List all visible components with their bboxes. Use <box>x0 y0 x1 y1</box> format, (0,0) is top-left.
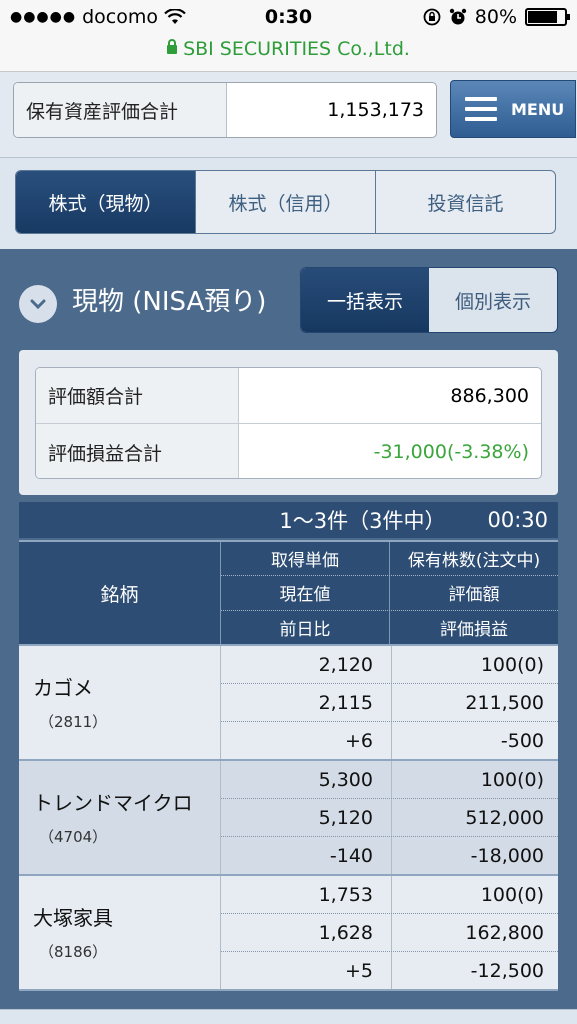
header-shares-held: 保有株数(注文中) <box>407 551 541 572</box>
pnl-total-label: 評価損益合計 <box>36 424 239 478</box>
summary-card: 評価額合計 886,300 評価損益合計 -31,000(-3.38%) <box>19 350 558 495</box>
tab-stock-cash[interactable]: 株式（現物） <box>16 171 196 233</box>
asset-header: 保有資産評価合計 1,153,173 MENU <box>0 72 577 158</box>
hamburger-icon <box>465 97 497 121</box>
holdings-panel: 現物 (NISA預り) 一括表示 個別表示 評価額合計 886,300 評価損益… <box>0 249 577 1009</box>
battery-icon <box>525 8 570 26</box>
menu-button[interactable]: MENU <box>450 80 576 138</box>
valuation: 512,000 <box>465 806 544 829</box>
rotation-lock-icon <box>423 8 441 26</box>
menu-label: MENU <box>511 99 565 119</box>
header-acquisition-price: 取得単価 <box>221 542 390 576</box>
table-row[interactable]: 大塚家具 （8186） 1,753 100(0) 1,628 162,800 +5 -… <box>19 876 558 991</box>
tab-stock-margin[interactable]: 株式（信用） <box>196 171 376 233</box>
acquisition-price: 1,753 <box>221 876 392 913</box>
display-mode-toggle: 一括表示 個別表示 <box>300 267 558 333</box>
acquisition-price: 2,120 <box>221 646 392 683</box>
valuation: 162,800 <box>465 921 544 944</box>
page-bottom <box>0 1009 577 1024</box>
battery-percent: 80% <box>474 6 517 28</box>
result-range: 1〜3件（3件中） <box>279 509 446 533</box>
current-price: 2,115 <box>221 684 392 721</box>
tab-investment-trust[interactable]: 投資信託 <box>376 171 555 233</box>
result-count-bar: 1〜3件（3件中） 00:30 <box>19 502 558 538</box>
valuation-total-value: 886,300 <box>450 384 529 407</box>
summary-row: 評価損益合計 -31,000(-3.38%) <box>36 424 541 478</box>
total-assets-box: 保有資産評価合計 1,153,173 <box>13 82 437 138</box>
summary-row: 評価額合計 886,300 <box>36 368 541 424</box>
update-time: 00:30 <box>487 508 548 532</box>
table-row[interactable]: カゴメ （2811） 2,120 100(0) 2,115 211,500 +6 -5… <box>19 646 558 761</box>
pnl: -500 <box>500 729 544 752</box>
status-bar: ●●●●● docomo 0:30 80% SBI SECURITIES Co.… <box>0 0 577 72</box>
summary-table: 評価額合計 886,300 評価損益合計 -31,000(-3.38%) <box>35 367 542 479</box>
show-all-button[interactable]: 一括表示 <box>301 268 429 332</box>
current-price: 5,120 <box>221 799 392 836</box>
stock-name[interactable]: 大塚家具 <box>33 902 220 931</box>
shares-held: 100(0) <box>480 768 544 791</box>
stock-code: （8186） <box>39 943 108 961</box>
stock-name[interactable]: トレンドマイクロ <box>33 787 220 816</box>
table-row[interactable]: トレンドマイクロ （4704） 5,300 100(0) 5,120 512,000… <box>19 761 558 876</box>
header-valuation: 評価額 <box>448 585 500 606</box>
acquisition-price: 5,300 <box>221 761 392 798</box>
header-day-change: 前日比 <box>221 610 390 644</box>
asset-type-tabs: 株式（現物） 株式（信用） 投資信託 <box>15 170 556 234</box>
valuation-total-label: 評価額合計 <box>36 368 239 423</box>
section-header: 現物 (NISA預り) 一括表示 個別表示 <box>0 249 577 349</box>
stock-code: （4704） <box>39 828 108 846</box>
lock-icon <box>167 39 178 54</box>
header-stock-name: 銘柄 <box>19 542 221 644</box>
day-change: +6 <box>221 722 392 759</box>
day-change: +5 <box>221 952 392 989</box>
current-price: 1,628 <box>221 914 392 951</box>
secure-url: SBI SECURITIES Co.,Ltd. <box>0 38 577 60</box>
section-title: 現物 (NISA預り) <box>72 287 267 317</box>
pnl-total-value: -31,000(-3.38%) <box>373 441 529 463</box>
total-assets-value: 1,153,173 <box>327 99 424 121</box>
stock-code: （2811） <box>39 713 108 731</box>
table-header: 銘柄 取得単価 保有株数(注文中) 現在値 評価額 前日比 評価損益 <box>19 540 558 646</box>
show-individual-button[interactable]: 個別表示 <box>429 268 557 332</box>
collapse-toggle[interactable] <box>19 285 57 323</box>
header-pnl: 評価損益 <box>440 619 508 640</box>
pnl: -18,000 <box>470 844 544 867</box>
shares-held: 100(0) <box>480 883 544 906</box>
stock-name[interactable]: カゴメ <box>33 672 220 701</box>
alarm-icon <box>449 8 466 25</box>
chevron-down-icon <box>30 299 46 309</box>
shares-held: 100(0) <box>480 653 544 676</box>
day-change: -140 <box>221 837 392 874</box>
url-text: SBI SECURITIES Co.,Ltd. <box>183 38 410 60</box>
header-current-price: 現在値 <box>221 576 390 610</box>
pnl: -12,500 <box>470 959 544 982</box>
holdings-table: 銘柄 取得単価 保有株数(注文中) 現在値 評価額 前日比 評価損益 カゴメ （… <box>19 540 558 991</box>
total-assets-label: 保有資産評価合計 <box>14 83 227 137</box>
valuation: 211,500 <box>465 691 544 714</box>
